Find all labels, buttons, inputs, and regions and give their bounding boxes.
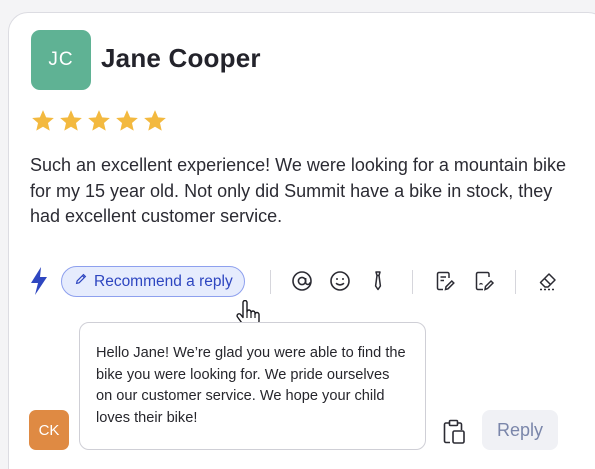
user-avatar: CK [29,410,69,450]
pencil-icon [74,272,94,291]
toolbar-divider [412,270,413,294]
toolbar-divider [515,270,516,294]
star-icon [30,108,56,134]
author-name: Jane Cooper [101,43,261,73]
smiley-icon[interactable] [327,268,353,294]
review-text: Such an excellent experience! We were lo… [30,155,566,226]
suggested-reply-popover[interactable]: Hello Jane! We’re glad you were able to … [79,322,426,450]
star-rating [30,108,168,134]
toolbar-divider [270,270,271,294]
review-card: JC Jane Cooper Such an excellent experie… [8,12,595,469]
star-icon [114,108,140,134]
eraser-icon[interactable] [535,268,561,294]
author-avatar: JC [31,30,91,90]
clipboard-paste-icon[interactable] [441,418,467,446]
recommend-reply-label: Recommend a reply [94,272,233,290]
lightning-bolt-icon [29,267,49,295]
recommend-reply-button[interactable]: Recommend a reply [61,266,245,297]
document-sign-icon[interactable] [471,268,497,294]
at-sign-icon[interactable] [289,268,315,294]
star-icon [58,108,84,134]
reply-toolbar: Recommend a reply [29,264,589,298]
tie-icon[interactable] [365,268,391,294]
reply-button[interactable]: Reply [482,410,558,450]
document-edit-icon[interactable] [432,268,458,294]
star-icon [86,108,112,134]
star-icon [142,108,168,134]
